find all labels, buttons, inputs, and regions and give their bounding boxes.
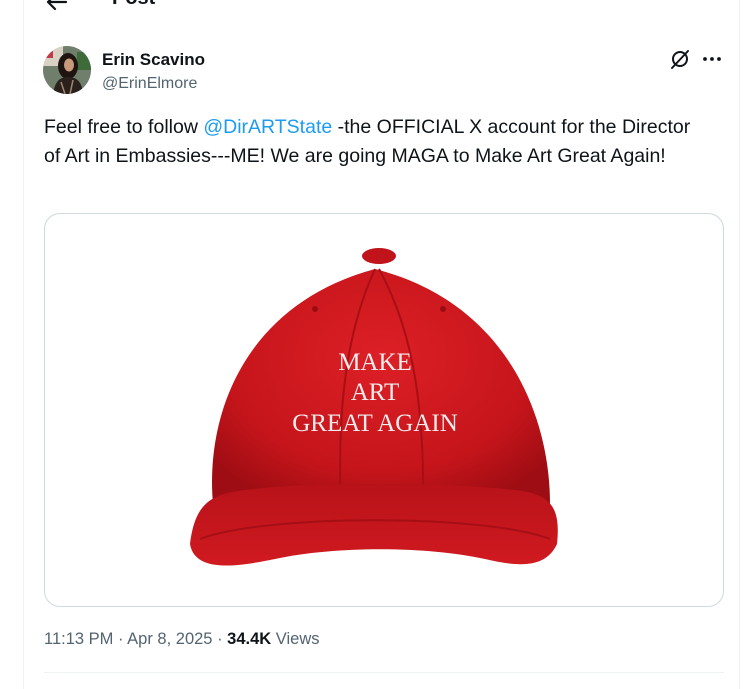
hat-text-line3: GREAT AGAIN bbox=[292, 410, 458, 437]
post-time[interactable]: 11:13 PM bbox=[44, 630, 113, 648]
divider bbox=[44, 672, 724, 673]
grok-icon[interactable] bbox=[669, 48, 691, 70]
mention-link[interactable]: @DirARTState bbox=[203, 116, 332, 138]
hat-brim bbox=[190, 484, 558, 566]
page-title: Post bbox=[112, 0, 155, 10]
author-handle[interactable]: @ErinElmore bbox=[102, 74, 197, 94]
hat-button bbox=[362, 248, 396, 264]
meta-separator: · bbox=[113, 630, 128, 648]
avatar[interactable] bbox=[43, 46, 91, 94]
meta-separator: · bbox=[212, 630, 228, 648]
post-column: Post Erin Scavino @ErinElmore Feel free … bbox=[23, 0, 740, 689]
more-icon[interactable] bbox=[701, 50, 723, 68]
hat-text-line2: ART bbox=[351, 379, 400, 406]
views-count: 34.4K bbox=[227, 630, 272, 648]
post-date[interactable]: Apr 8, 2025 bbox=[127, 630, 212, 648]
top-bar: Post bbox=[24, 0, 739, 14]
post-text-part: Feel free to follow bbox=[44, 116, 204, 138]
post-image[interactable]: MAKE ART GREAT AGAIN bbox=[44, 213, 724, 607]
author-name[interactable]: Erin Scavino bbox=[102, 50, 205, 70]
hat-text-line1: MAKE bbox=[338, 349, 412, 376]
views-label: Views bbox=[271, 630, 320, 648]
post-metadata: 11:13 PM · Apr 8, 2025 · 34.4K Views bbox=[44, 629, 320, 649]
arrow-left-icon[interactable] bbox=[44, 0, 68, 12]
post-text: Feel free to follow @DirARTState -the OF… bbox=[44, 113, 704, 171]
